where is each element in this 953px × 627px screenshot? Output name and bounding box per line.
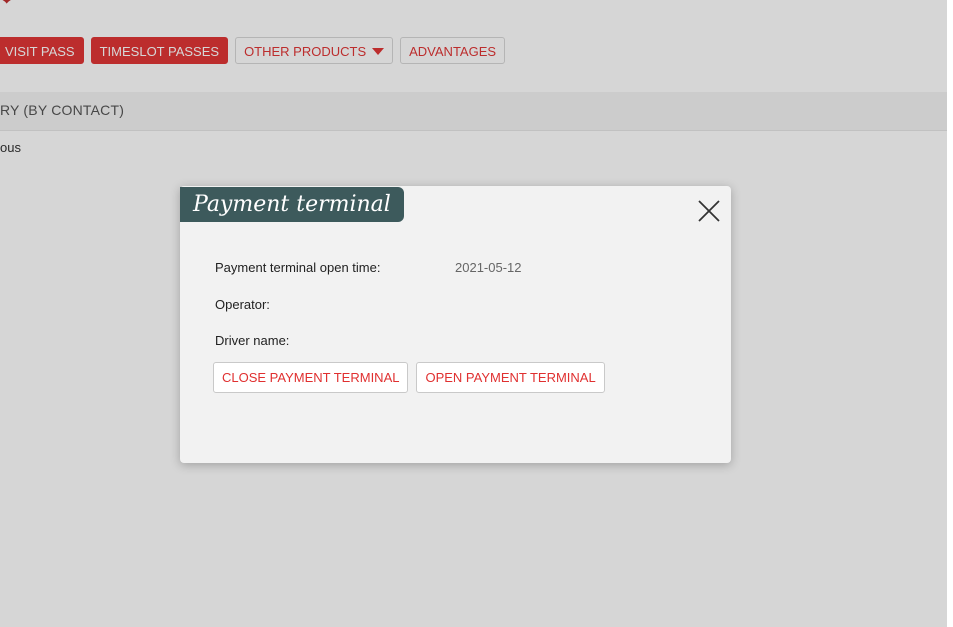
driver-name-label: Driver name:: [215, 333, 290, 348]
open-time-row: Payment terminal open time: 2021-05-12: [215, 260, 522, 275]
dialog-actions: CLOSE PAYMENT TERMINAL OPEN PAYMENT TERM…: [213, 362, 605, 393]
driver-row: Driver name:: [215, 333, 289, 348]
viewport: ❤ VISIT PASS TIMESLOT PASSES OTHER PRODU…: [0, 0, 953, 627]
close-payment-terminal-button[interactable]: CLOSE PAYMENT TERMINAL: [213, 362, 409, 393]
open-time-label: Payment terminal open time:: [215, 260, 381, 275]
open-time-value: 2021-05-12: [455, 260, 522, 275]
open-payment-terminal-button[interactable]: OPEN PAYMENT TERMINAL: [416, 362, 605, 393]
payment-terminal-dialog: Payment terminal Payment terminal open t…: [180, 186, 731, 463]
close-icon[interactable]: [697, 199, 721, 223]
dialog-title: Payment terminal: [180, 187, 404, 222]
scrollbar-gutter: [947, 0, 953, 627]
operator-row: Operator:: [215, 297, 270, 312]
operator-label: Operator:: [215, 297, 270, 312]
